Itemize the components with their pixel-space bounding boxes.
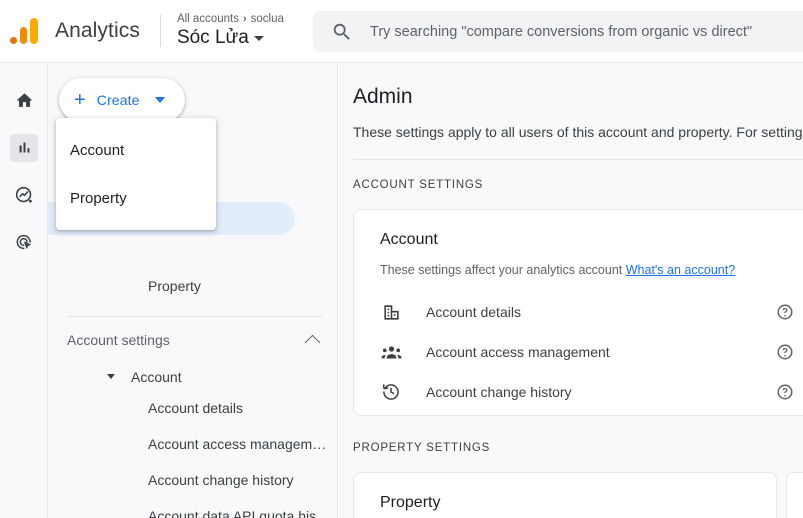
search-placeholder-text: Try searching "compare conversions from … <box>370 23 753 40</box>
admin-sidebar: Property + Create Account Property Accou… <box>48 63 338 518</box>
main-content: Admin These settings apply to all users … <box>339 63 803 518</box>
account-details-row[interactable]: Account details <box>354 292 803 332</box>
sidebar-divider-top <box>67 316 322 317</box>
sidebar-item-account[interactable]: Account <box>48 363 337 390</box>
account-change-history-row[interactable]: Account change history <box>354 372 803 412</box>
account-card-rows: Account details Account access managemen… <box>354 292 803 412</box>
logo-dot <box>10 37 18 44</box>
bar-chart-icon <box>16 139 33 156</box>
menu-item-account[interactable]: Account <box>56 126 216 174</box>
home-icon <box>15 91 34 110</box>
account-card-subtitle: These settings affect your analytics acc… <box>380 263 735 277</box>
home-icon-box <box>10 87 38 115</box>
property-settings-label: PROPERTY SETTINGS <box>353 442 491 454</box>
create-dropdown-menu: Account Property <box>56 118 216 230</box>
account-change-history-label: Account change history <box>426 384 572 400</box>
sidebar-item-account-data-api-quota-history[interactable]: Account data API quota his… <box>48 498 337 518</box>
chevron-down-icon <box>253 35 264 41</box>
advertising-target-icon <box>14 232 34 252</box>
header-divider <box>159 15 161 47</box>
sidebar-item-account-label: Account <box>131 368 182 385</box>
account-name: Sóc Lửa <box>176 27 249 48</box>
account-settings-label: ACCOUNT SETTINGS <box>353 179 484 191</box>
triangle-down-icon <box>107 374 115 379</box>
history-clock-icon <box>380 381 402 403</box>
account-switcher[interactable]: All accounts › soclua Sóc Lửa <box>177 12 284 50</box>
main-divider <box>353 159 803 160</box>
help-circle-icon[interactable] <box>776 383 794 401</box>
account-access-management-row[interactable]: Account access management <box>354 332 803 372</box>
chevron-down-icon <box>154 97 165 103</box>
sidebar-section-account-settings[interactable]: Account settings <box>67 326 322 354</box>
icon-rail <box>0 63 48 518</box>
logo-bars <box>10 18 38 44</box>
sidebar-item-account-change-history[interactable]: Account change history <box>48 462 337 498</box>
account-card-title: Account <box>380 231 438 248</box>
create-button[interactable]: + Create <box>59 78 185 122</box>
rail-item-home[interactable] <box>0 77 48 124</box>
analytics-logo <box>0 0 48 63</box>
breadcrumb-root: All accounts <box>176 13 239 25</box>
sidebar-nav-group-account: Account Account details Account access m… <box>48 363 337 518</box>
advertising-target-icon-box <box>10 228 38 256</box>
search-icon <box>331 21 353 43</box>
breadcrumb-current: soclua <box>250 13 284 25</box>
whats-an-account-link[interactable]: What's an account? <box>626 263 735 277</box>
menu-item-account-label: Account <box>70 141 125 159</box>
explore-icon-box <box>10 181 38 209</box>
create-button-label: Create <box>96 92 140 108</box>
property-settings-card: Property <box>353 472 777 518</box>
sidebar-item-account-details[interactable]: Account details <box>48 390 337 426</box>
rail-item-explore[interactable] <box>0 171 48 218</box>
property-card-title: Property <box>380 494 441 511</box>
account-details-label: Account details <box>426 304 521 320</box>
sidebar-item-account-access-management[interactable]: Account access managem… <box>48 426 337 462</box>
page-title: Admin <box>353 85 413 108</box>
account-card-subtitle-text: These settings affect your analytics acc… <box>380 263 623 277</box>
explore-icon <box>14 185 34 205</box>
chevron-right-icon: › <box>242 13 247 25</box>
plus-icon: + <box>74 89 86 111</box>
help-circle-icon[interactable] <box>776 303 794 321</box>
menu-item-property-label: Property <box>70 189 127 207</box>
rail-item-advertising[interactable] <box>0 218 48 265</box>
logo-bar-mid <box>19 27 28 44</box>
rail-item-reports[interactable] <box>0 124 48 171</box>
account-access-management-label: Account access management <box>426 344 610 360</box>
sidebar-section-label: Account settings <box>67 332 170 348</box>
brand-title: Analytics <box>55 19 140 42</box>
menu-item-property[interactable]: Property <box>56 174 216 222</box>
account-settings-card: Account These settings affect your analy… <box>353 209 803 416</box>
search-input[interactable]: Try searching "compare conversions from … <box>313 11 803 52</box>
chevron-up-icon <box>304 334 321 350</box>
page-description: These settings apply to all users of thi… <box>353 124 803 140</box>
people-group-icon <box>380 341 402 363</box>
bar-chart-icon-box <box>10 133 38 162</box>
building-icon <box>380 301 402 323</box>
analytics-admin-window: Analytics All accounts › soclua Sóc Lửa … <box>0 0 803 518</box>
obscured-nav-item-label: Property <box>148 278 201 294</box>
breadcrumb: All accounts › soclua <box>177 12 284 26</box>
logo-bar-tall <box>29 18 38 44</box>
app-header: Analytics All accounts › soclua Sóc Lửa … <box>0 0 803 63</box>
account-name-row: Sóc Lửa <box>177 26 284 50</box>
property-settings-card-secondary <box>786 472 803 518</box>
help-circle-icon[interactable] <box>776 343 794 361</box>
